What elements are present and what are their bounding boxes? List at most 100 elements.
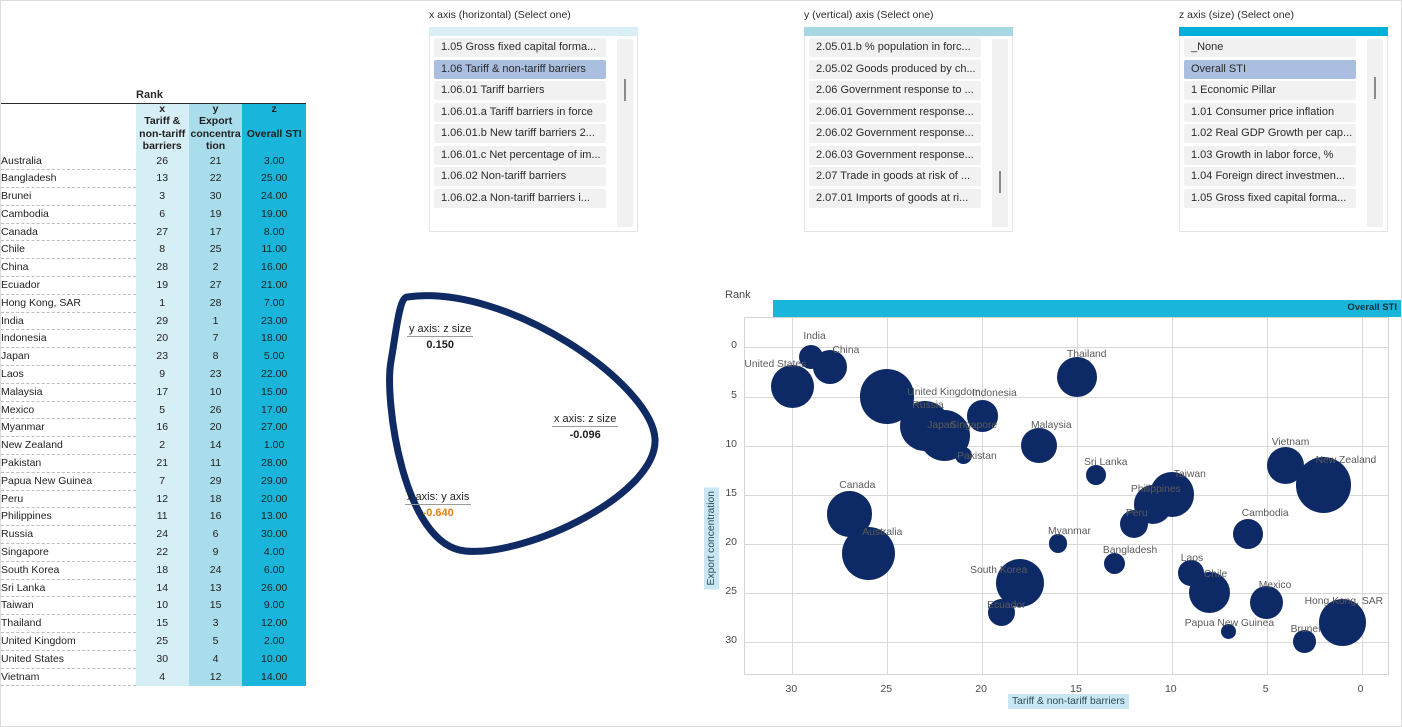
y-axis-selector[interactable]: y (vertical) axis (Select one) 2.05.01.b …: [804, 9, 1013, 232]
table-cell-y: 29: [188, 472, 243, 491]
table-cell-y: 25: [188, 240, 243, 259]
table-row: Brunei 3 30 24.00: [1, 187, 306, 206]
bubble-point[interactable]: [1021, 427, 1057, 464]
scrollbar-thumb[interactable]: [1374, 77, 1376, 99]
list-item[interactable]: 2.07.01 Imports of goods at ri...: [809, 188, 981, 208]
y-axis-selector-items: 2.05.01.b % population in forc... 2.05.02…: [805, 36, 985, 208]
list-item[interactable]: _None: [1184, 38, 1356, 57]
z-axis-selector-scrollbar[interactable]: [1367, 39, 1383, 227]
table-cell-x: 19: [135, 276, 189, 295]
gridline-vertical: [982, 318, 984, 674]
header-label-x-l1: Tariff &: [144, 115, 181, 127]
list-item[interactable]: 1.06.01 Tariff barriers: [434, 81, 606, 100]
bubble-label: Philippines: [1130, 484, 1181, 496]
table-cell-z: 27.00: [242, 418, 306, 437]
table-cell-country: Russia: [1, 525, 136, 545]
scrollbar-thumb[interactable]: [999, 171, 1001, 193]
list-item[interactable]: 1.06 Tariff & non-tariff barriers: [434, 59, 606, 79]
table-cell-x: 27: [135, 223, 189, 241]
bubble-label: Russia: [912, 400, 944, 412]
list-item[interactable]: 1.06.01.c Net percentage of im...: [434, 145, 606, 165]
list-item[interactable]: 2.06.03 Government response...: [809, 145, 981, 165]
table-cell-country: Singapore: [1, 543, 136, 562]
chart-legend-bar: Overall STI: [773, 300, 1401, 317]
table-row: Australia 26 21 3.00: [1, 152, 306, 171]
table-cell-z: 16.00: [242, 258, 306, 277]
table-cell-z: 18.00: [242, 329, 306, 348]
x-axis-tick: 20: [975, 683, 987, 695]
list-item[interactable]: Overall STI: [1184, 59, 1356, 79]
list-item[interactable]: 2.06 Government response to ...: [809, 81, 981, 100]
list-item[interactable]: 1.06.02 Non-tariff barriers: [434, 167, 606, 186]
bubble-point[interactable]: [1086, 465, 1106, 485]
header-label-z-l1: Overall STI: [246, 127, 302, 140]
rank-table-body: Australia 26 21 3.00 Bangladesh 13 22 25.00 Brun…: [1, 152, 306, 687]
table-cell-z: 26.00: [242, 579, 306, 597]
table-cell-y: 17: [188, 223, 243, 241]
table-cell-z: 2.00: [242, 632, 306, 651]
x-axis-selector-scrollbar[interactable]: [617, 39, 633, 227]
table-cell-country: Canada: [1, 223, 136, 242]
list-item[interactable]: 2.05.02 Goods produced by ch...: [809, 59, 981, 79]
bubble-point[interactable]: [771, 365, 814, 409]
chart-legend-label: Overall STI: [1347, 302, 1397, 313]
table-row: Russia 24 6 30.00: [1, 525, 306, 545]
chart-plot-area[interactable]: India China United States United Kingdom Rus…: [744, 317, 1389, 675]
table-cell-y: 2: [188, 258, 243, 277]
table-cell-y: 18: [188, 490, 243, 508]
table-cell-y: 19: [188, 205, 243, 224]
z-axis-selector-body[interactable]: _None Overall STI 1 Economic Pillar 1.01 Co…: [1179, 36, 1388, 232]
x-axis-selector[interactable]: x axis (horizontal) (Select one) 1.05 Gro…: [429, 9, 638, 232]
table-cell-x: 5: [135, 401, 189, 419]
list-item[interactable]: 2.06.01 Government response...: [809, 102, 981, 122]
y-axis-tick: 15: [725, 486, 737, 499]
gridline-horizontal: [745, 396, 1388, 398]
bubble-label: Brunei: [1290, 623, 1321, 635]
table-cell-country: Pakistan: [1, 454, 136, 473]
bubble-point[interactable]: [1048, 534, 1068, 553]
list-item[interactable]: 1.06.02.a Non-tariff barriers i...: [434, 188, 606, 208]
table-cell-country: Philippines: [1, 507, 136, 527]
correlation-value: -0.096: [569, 429, 601, 441]
table-cell-x: 25: [135, 632, 189, 651]
correlation-note: x axis: z size -0.096: [552, 409, 619, 441]
list-item[interactable]: 1.05 Gross fixed capital forma...: [1184, 188, 1356, 208]
list-item[interactable]: 1.01 Consumer price inflation: [1184, 102, 1356, 122]
chart-x-axis-title: Tariff & non-tariff barriers: [1008, 694, 1129, 709]
list-item[interactable]: 2.06.02 Government response...: [809, 124, 981, 143]
list-item[interactable]: 2.07 Trade in goods at risk of ...: [809, 167, 981, 186]
x-axis-tick: 25: [880, 683, 893, 695]
table-cell-x: 1: [135, 294, 189, 313]
list-item[interactable]: 1.03 Growth in labor force, %: [1184, 145, 1356, 165]
x-axis-selector-body[interactable]: 1.05 Gross fixed capital forma... 1.06 Ta…: [429, 36, 638, 232]
bubble-label: Indonesia: [972, 388, 1017, 400]
table-row: Hong Kong, SAR 1 28 7.00: [1, 294, 306, 313]
list-item[interactable]: 1.04 Foreign direct investmen...: [1184, 167, 1356, 186]
bubble-label: Sri Lanka: [1084, 456, 1128, 468]
list-item[interactable]: 1.02 Real GDP Growth per cap...: [1184, 124, 1356, 143]
correlation-label: y axis: z size: [407, 323, 474, 337]
bubble-point[interactable]: [1232, 518, 1263, 549]
x-axis-tick: 5: [1262, 683, 1269, 695]
y-axis-selector-scrollbar[interactable]: [992, 39, 1008, 227]
table-cell-z: 30.00: [242, 525, 306, 544]
z-axis-selector[interactable]: z axis (size) (Select one) _None Overall S…: [1179, 9, 1388, 232]
table-cell-country: Peru: [1, 490, 136, 509]
list-item[interactable]: 1.06.01.a Tariff barriers in force: [434, 102, 606, 122]
list-item[interactable]: 1 Economic Pillar: [1184, 81, 1356, 100]
table-cell-x: 24: [135, 525, 189, 544]
table-cell-z: 12.00: [242, 614, 306, 633]
y-axis-selector-body[interactable]: 2.05.01.b % population in forc... 2.05.02…: [804, 36, 1013, 232]
table-cell-country: Thailand: [1, 614, 136, 634]
table-cell-x: 3: [135, 187, 189, 206]
bubble-point[interactable]: [1057, 356, 1097, 397]
table-cell-country: China: [1, 258, 136, 278]
list-item[interactable]: 1.05 Gross fixed capital forma...: [434, 38, 606, 57]
list-item[interactable]: 2.05.01.b % population in forc...: [809, 38, 981, 57]
table-cell-x: 21: [135, 454, 189, 473]
list-item[interactable]: 1.06.01.b New tariff barriers 2...: [434, 124, 606, 143]
scrollbar-thumb[interactable]: [624, 79, 626, 101]
table-cell-x: 16: [135, 418, 189, 437]
bubble-label: Canada: [839, 480, 876, 492]
table-cell-x: 26: [135, 152, 189, 170]
